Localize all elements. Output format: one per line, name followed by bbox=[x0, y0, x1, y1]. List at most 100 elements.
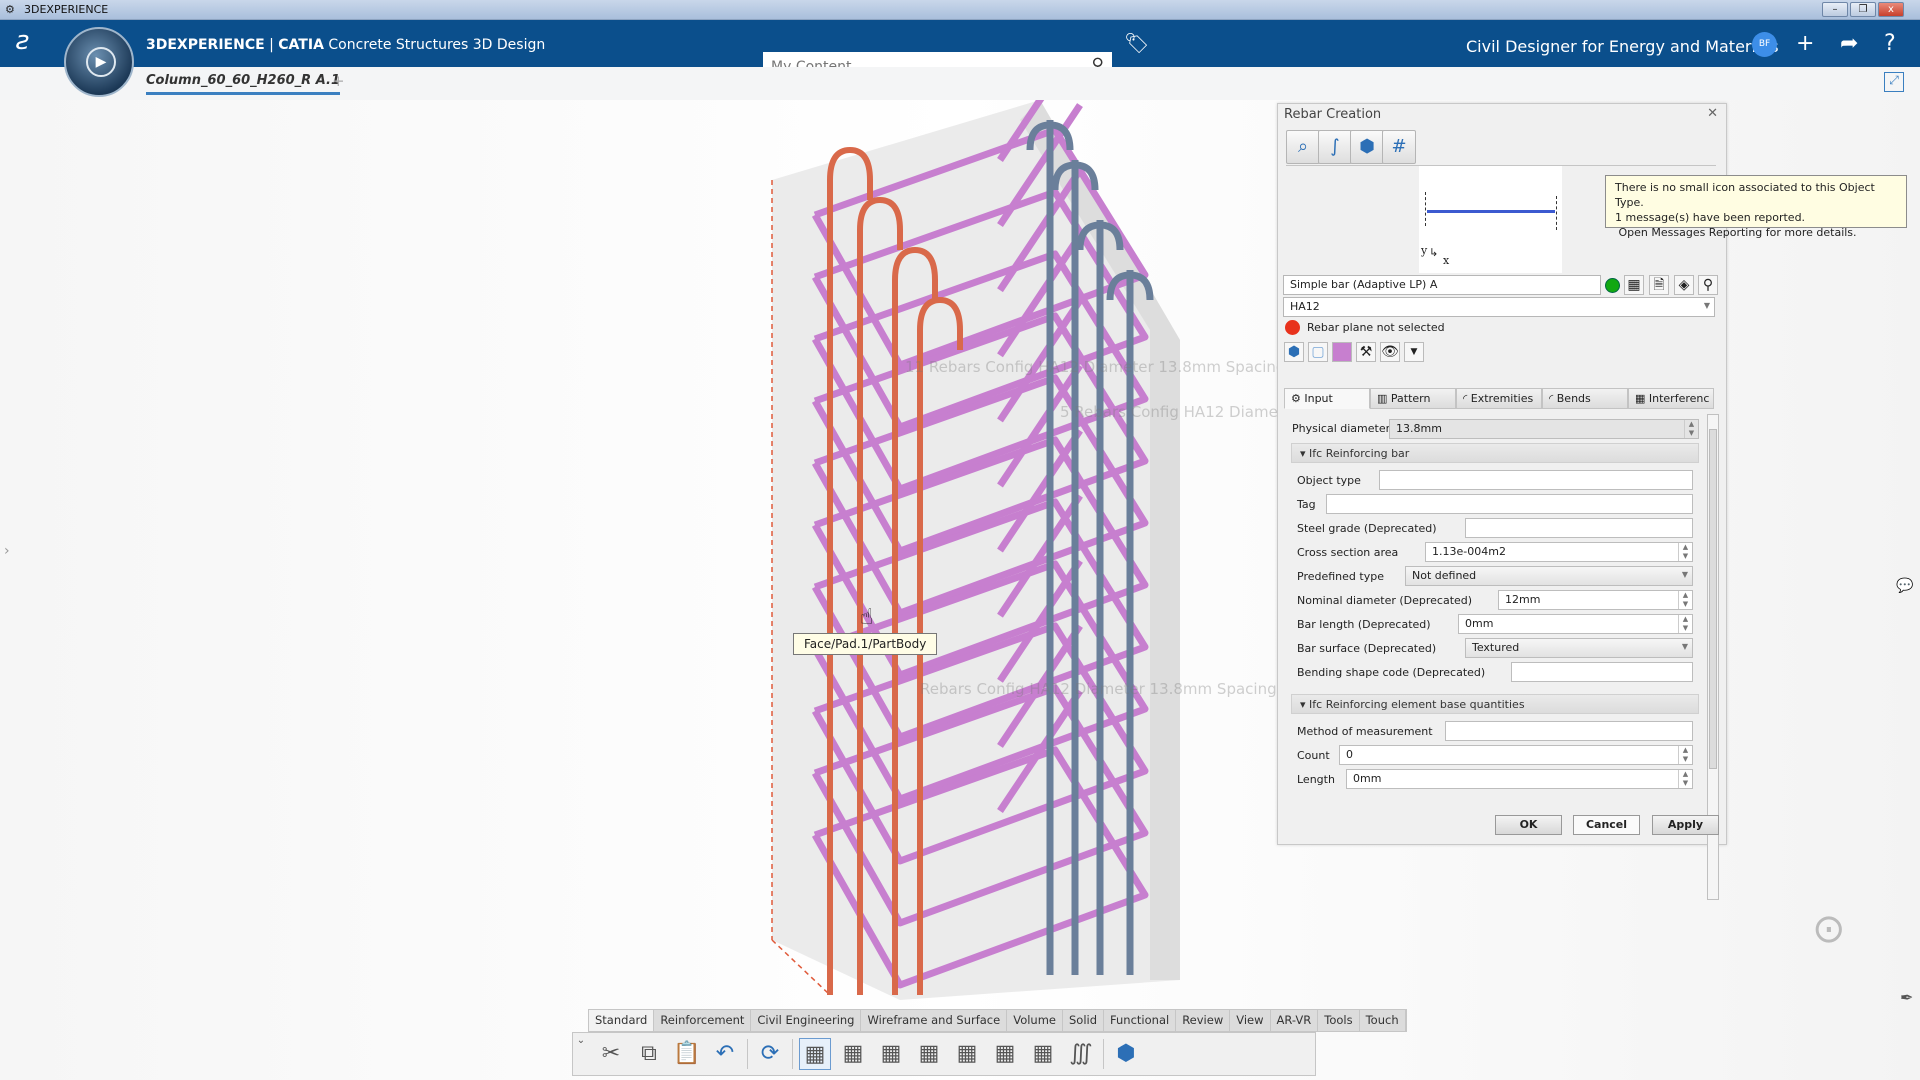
field-input[interactable] bbox=[1511, 662, 1693, 682]
field-label: Predefined type bbox=[1297, 570, 1384, 583]
copy-icon[interactable]: ⧉ bbox=[633, 1038, 665, 1070]
message-tooltip: There is no small icon associated to thi… bbox=[1605, 175, 1907, 239]
close-icon[interactable]: ✕ bbox=[1707, 106, 1718, 121]
apply-button[interactable]: Apply bbox=[1652, 815, 1719, 835]
collapse-icon[interactable]: ⌄ bbox=[575, 1035, 587, 1047]
rebar-pattern-icon[interactable]: ▦ bbox=[913, 1038, 945, 1070]
section-base-quantities[interactable]: ▾ Ifc Reinforcing element base quantitie… bbox=[1291, 694, 1699, 714]
tab-input[interactable]: ⚙ Input bbox=[1284, 388, 1370, 409]
action-tab[interactable]: Tools bbox=[1318, 1010, 1360, 1031]
action-tab[interactable]: Touch bbox=[1360, 1010, 1406, 1031]
tag-icon[interactable]: 🏷 bbox=[1124, 31, 1149, 55]
tool-icon[interactable]: ⚒ bbox=[1356, 342, 1376, 362]
fullscreen-icon[interactable]: ⤢ bbox=[1884, 72, 1904, 92]
field-input[interactable]: 1.13e-004m2 ▲ ▼ bbox=[1425, 542, 1693, 562]
field-label: Cross section area bbox=[1297, 546, 1399, 559]
document-icon[interactable]: 🗎 bbox=[1649, 275, 1669, 295]
play-icon[interactable]: ▶ bbox=[86, 47, 116, 77]
action-tab[interactable]: Reinforcement bbox=[654, 1010, 752, 1031]
add-icon[interactable]: + bbox=[1796, 31, 1814, 56]
add-tab-button[interactable]: + bbox=[332, 72, 345, 90]
search-icon[interactable]: ⚲ bbox=[1698, 275, 1718, 295]
status-message: Rebar plane not selected bbox=[1307, 321, 1445, 334]
help-icon[interactable]: ? bbox=[1884, 31, 1896, 56]
action-tab[interactable]: Volume bbox=[1007, 1010, 1063, 1031]
field-input[interactable] bbox=[1465, 518, 1693, 538]
field-input[interactable]: 0mm ▲ ▼ bbox=[1346, 769, 1693, 789]
expand-panel-icon[interactable]: › bbox=[4, 543, 10, 559]
app-brand: 3DEXPERIENCE | CATIA Concrete Structures… bbox=[146, 37, 546, 53]
action-bar: ⌄ ✂ ⧉ 📋 ↶ ⟳ ▦ ▦ ▦ ▦ ▦ ▦ ▦ ∭ ⬢ bbox=[572, 1032, 1316, 1076]
scrollbar-thumb[interactable] bbox=[1709, 429, 1717, 769]
update-icon[interactable]: ⟳ bbox=[754, 1038, 786, 1070]
color-swatch[interactable] bbox=[1332, 342, 1352, 362]
rebar-view-icon[interactable]: ▦ bbox=[1027, 1038, 1059, 1070]
physical-diameter-field: 13.8mm ▲ ▼ bbox=[1389, 419, 1699, 439]
role-label[interactable]: Civil Designer for Energy and Materials bbox=[1466, 37, 1779, 56]
shape-field[interactable]: Simple bar (Adaptive LP) A bbox=[1283, 275, 1601, 295]
tab-pattern[interactable]: ▥ Pattern bbox=[1370, 388, 1456, 409]
mesh-icon[interactable]: # bbox=[1382, 130, 1416, 164]
action-tab[interactable]: AR-VR bbox=[1271, 1010, 1319, 1031]
eraser-icon[interactable]: ◈ bbox=[1674, 275, 1694, 295]
tab-bends[interactable]: ◜ Bends bbox=[1542, 388, 1628, 409]
rebar-set-icon[interactable]: ▦ bbox=[837, 1038, 869, 1070]
action-tab[interactable]: Civil Engineering bbox=[751, 1010, 862, 1031]
rebar-layout-icon[interactable]: ▦ bbox=[875, 1038, 907, 1070]
rebar-report-icon[interactable]: ▦ bbox=[989, 1038, 1021, 1070]
cut-icon[interactable]: ✂ bbox=[595, 1038, 627, 1070]
dialog-title: Rebar Creation bbox=[1284, 107, 1382, 122]
field-input[interactable]: 12mm ▲ ▼ bbox=[1498, 590, 1693, 610]
action-tab[interactable]: Standard bbox=[589, 1010, 655, 1031]
bending-view-icon[interactable]: ∭ bbox=[1065, 1038, 1097, 1070]
tab-interference[interactable]: ▦ Interferenc bbox=[1628, 388, 1714, 409]
avatar[interactable]: BF bbox=[1752, 32, 1777, 57]
minimize-button[interactable]: – bbox=[1822, 2, 1848, 17]
action-tab[interactable]: Review bbox=[1176, 1010, 1231, 1031]
field-input[interactable]: 0 ▲ ▼ bbox=[1339, 745, 1693, 765]
action-tab[interactable]: Solid bbox=[1063, 1010, 1105, 1031]
restore-button[interactable]: ❐ bbox=[1850, 2, 1876, 17]
cancel-button[interactable]: Cancel bbox=[1573, 815, 1640, 835]
field-input[interactable]: Textured ▼ bbox=[1465, 638, 1693, 658]
cage-icon[interactable]: ⬢ bbox=[1350, 130, 1384, 164]
curve-icon[interactable]: ∫ bbox=[1318, 130, 1352, 164]
rebar-mesh-icon[interactable]: ▦ bbox=[799, 1038, 831, 1070]
field-input[interactable] bbox=[1445, 721, 1693, 741]
compass-widget[interactable]: ▶ bbox=[64, 27, 134, 97]
top-bar: ƨ 3DEXPERIENCE | CATIA Concrete Structur… bbox=[0, 20, 1920, 81]
undo-icon[interactable]: ↶ bbox=[709, 1038, 741, 1070]
tab-extremities[interactable]: ◜ Extremities bbox=[1456, 388, 1542, 409]
field-label: Count bbox=[1297, 749, 1330, 762]
field-input[interactable] bbox=[1379, 470, 1693, 490]
close-window-button[interactable]: x bbox=[1878, 2, 1904, 17]
action-tab[interactable]: Wireframe and Surface bbox=[861, 1010, 1008, 1031]
3d-box-icon[interactable]: ⬢ bbox=[1110, 1038, 1142, 1070]
pen-icon[interactable]: ✒ bbox=[1900, 988, 1913, 1007]
action-tab[interactable]: View bbox=[1230, 1010, 1271, 1031]
comment-icon[interactable]: 💬 bbox=[1896, 578, 1913, 594]
field-input[interactable] bbox=[1326, 494, 1693, 514]
more-dropdown-icon[interactable]: ▼ bbox=[1404, 342, 1424, 362]
share-icon[interactable]: ➦ bbox=[1840, 31, 1858, 56]
visibility-icon[interactable]: 👁 bbox=[1380, 342, 1400, 362]
cube-icon[interactable]: ⬢ bbox=[1284, 342, 1304, 362]
field-label: Bending shape code (Deprecated) bbox=[1297, 666, 1486, 679]
section-ifc-reinforcing-bar[interactable]: ▾ Ifc Reinforcing bar bbox=[1291, 443, 1699, 463]
plane-icon[interactable]: ▢ bbox=[1308, 342, 1328, 362]
ok-button[interactable]: OK bbox=[1495, 815, 1562, 835]
action-bar-tabs: Standard Reinforcement Civil Engineering Wi… bbox=[588, 1009, 1407, 1032]
tooltip-line: There is no small icon associated to thi… bbox=[1615, 181, 1875, 209]
field-input[interactable]: Not defined ▼ bbox=[1405, 566, 1693, 586]
compass-orientation-icon[interactable]: ⊙ bbox=[1812, 906, 1846, 952]
bar-type-select[interactable]: HA12 ▼ bbox=[1283, 297, 1715, 317]
table-icon[interactable]: ▦ bbox=[1624, 275, 1644, 295]
rebar-inspect-icon[interactable]: ⌕ bbox=[1286, 130, 1320, 164]
field-input[interactable]: 0mm ▲ ▼ bbox=[1458, 614, 1693, 634]
paste-icon[interactable]: 📋 bbox=[671, 1038, 703, 1070]
ds-logo-icon[interactable]: ƨ bbox=[16, 26, 30, 56]
document-tab[interactable]: Column_60_60_H260_R A.1 bbox=[146, 73, 341, 95]
rebar-cage-icon[interactable]: ▦ bbox=[951, 1038, 983, 1070]
action-tab[interactable]: Functional bbox=[1104, 1010, 1177, 1031]
physical-diameter-label: Physical diameter bbox=[1292, 422, 1391, 435]
